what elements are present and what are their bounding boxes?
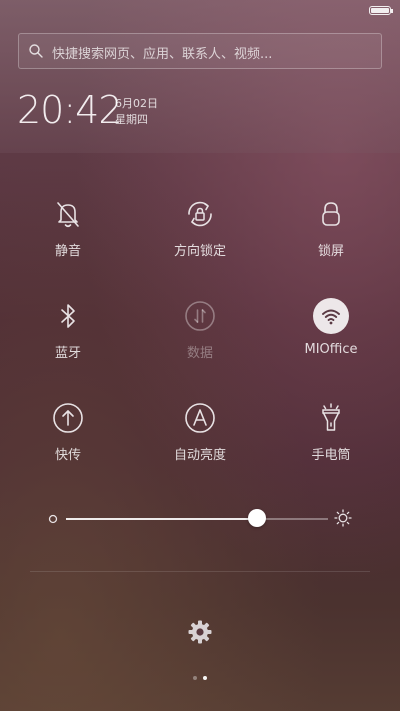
brightness-slider-thumb[interactable]: [248, 509, 266, 527]
lock-icon: [322, 202, 340, 226]
flashlight-icon: [322, 403, 340, 431]
battery-icon: [369, 6, 391, 15]
toggle-bluetooth[interactable]: 蓝牙: [18, 297, 118, 377]
toggle-flashlight[interactable]: 手电筒: [281, 399, 381, 479]
search-input[interactable]: 快捷搜索网页、应用、联系人、视频...: [52, 43, 272, 62]
battery-level-fill: [371, 8, 389, 13]
toggle-rotation-lock[interactable]: 方向锁定: [150, 195, 250, 275]
toggle-lock-screen[interactable]: 锁屏: [281, 195, 381, 275]
search-icon: [29, 44, 43, 58]
battery-tip: [391, 9, 393, 13]
brightness-slider[interactable]: [66, 518, 328, 520]
mobile-data-icon: [185, 301, 215, 331]
toggle-auto-brightness[interactable]: 自动亮度: [150, 399, 250, 479]
clock-date-block[interactable]: 6月02日 星期四: [115, 96, 158, 128]
toggle-label: 蓝牙: [54, 346, 81, 361]
toggle-label: 方向锁定: [173, 244, 226, 259]
mute-bell-icon: [57, 202, 79, 228]
brightness-high-icon: [334, 509, 352, 527]
bluetooth-icon: [61, 304, 75, 328]
toggle-mute[interactable]: 静音: [18, 195, 118, 275]
page-dot-1: [193, 676, 197, 680]
gear-icon[interactable]: [187, 619, 213, 645]
clock-time[interactable]: 20:42: [17, 88, 123, 132]
clock-weekday: 星期四: [115, 113, 148, 126]
search-bar[interactable]: 快捷搜索网页、应用、联系人、视频...: [18, 33, 382, 69]
auto-brightness-icon: [185, 403, 215, 433]
toggle-label: 数据: [186, 346, 213, 361]
page-dot-2-active: [203, 676, 207, 680]
rotation-lock-icon: [188, 201, 212, 227]
toggle-label: 自动亮度: [173, 448, 226, 463]
wifi-icon: [322, 309, 340, 325]
clock-date: 6月02日: [115, 97, 158, 110]
toggle-label: 锁屏: [317, 244, 344, 259]
toggle-quick-transfer[interactable]: 快传: [18, 399, 118, 479]
divider: [30, 571, 370, 572]
quick-transfer-icon: [53, 403, 83, 433]
wifi-toggle-active: [312, 297, 350, 335]
toggle-mobile-data[interactable]: 数据: [150, 297, 250, 377]
brightness-low-icon: [48, 514, 58, 524]
toggle-wifi[interactable]: MIOffice: [281, 297, 381, 377]
toggle-label: 手电筒: [311, 448, 351, 463]
toggle-label: 快传: [54, 448, 81, 463]
toggle-label: 静音: [54, 244, 81, 259]
brightness-slider-fill: [66, 518, 257, 520]
toggle-label: MIOffice: [304, 342, 358, 357]
